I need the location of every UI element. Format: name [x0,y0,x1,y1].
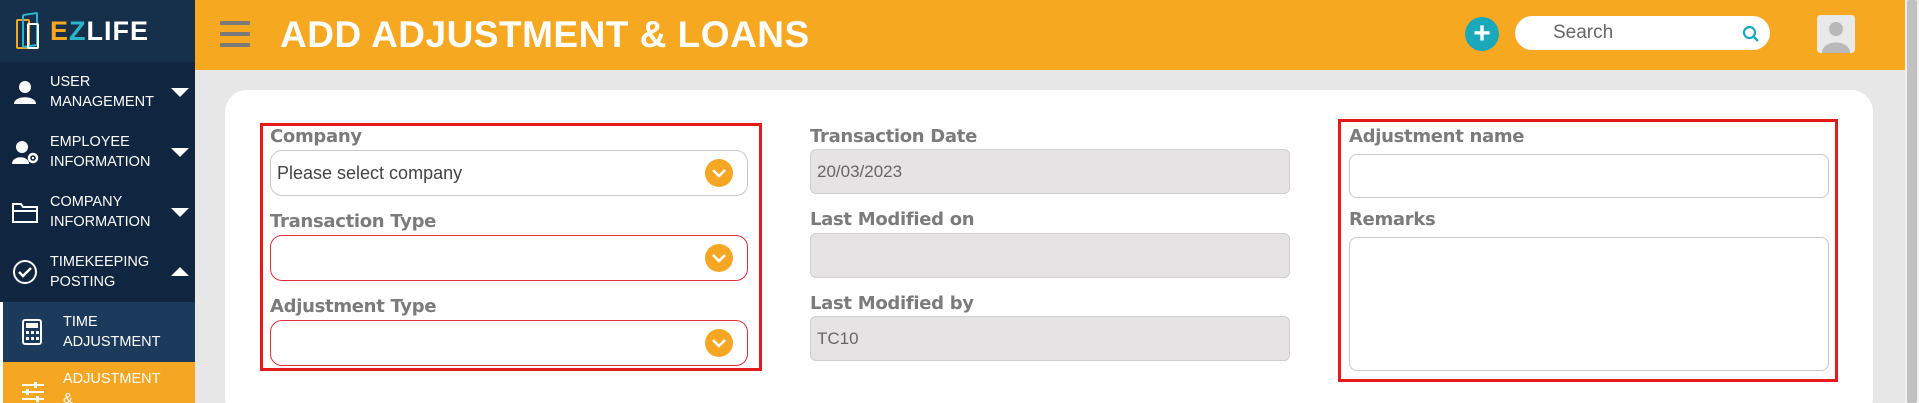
sidebar-item-label: EMPLOYEE INFORMATION [50,133,151,170]
sidebar-item-user-management[interactable]: USER MANAGEMENT [0,62,195,122]
transaction-date-field: 20/03/2023 [810,149,1290,194]
search-icon[interactable] [1742,25,1760,48]
sidebar-item-company-information[interactable]: COMPANY INFORMATION [0,182,195,242]
last-modified-by-field: TC10 [810,316,1290,361]
hamburger-menu-icon[interactable] [220,21,250,47]
avatar[interactable] [1817,15,1855,53]
last-modified-by-label: Last Modified by [810,293,974,314]
sidebar-item-label: COMPANY INFORMATION [50,193,151,230]
last-modified-on-field [810,233,1290,278]
user-gear-icon [0,139,50,165]
folder-icon [0,200,50,224]
chevron-down-icon[interactable] [171,207,189,217]
sliders-icon [3,380,63,403]
adjustment-type-select[interactable] [270,320,748,366]
page-title: ADD ADJUSTMENT & LOANS [280,14,810,55]
sidebar-item-label: TIMEKEEPING POSTING [50,253,150,290]
user-icon [0,79,50,105]
logo[interactable]: EZLIFE [0,0,195,62]
chevron-down-icon[interactable] [705,159,733,187]
scrollbar[interactable] [1905,0,1919,403]
remarks-label: Remarks [1349,209,1436,230]
sidebar-item-label: TIME ADJUSTMENT [63,314,161,350]
search-box[interactable] [1515,16,1770,50]
company-label: Company [270,126,362,147]
scrollbar-thumb[interactable] [1907,0,1917,403]
sidebar-subitem-time-adjustment[interactable]: TIME ADJUSTMENT [0,302,195,362]
chevron-down-icon[interactable] [171,87,189,97]
last-modified-on-label: Last Modified on [810,209,975,230]
sidebar-item-timekeeping-posting[interactable]: TIMEKEEPING POSTING [0,242,195,302]
sidebar: EZLIFE USER MANAGEMENT EMPLOYEE INFORMATIO… [0,0,195,403]
adjustment-name-input[interactable] [1349,154,1829,198]
sidebar-item-employee-information[interactable]: EMPLOYEE INFORMATION [0,122,195,182]
transaction-date-label: Transaction Date [810,126,977,147]
transaction-type-label: Transaction Type [270,211,437,232]
logo-text: EZLIFE [50,15,150,46]
logo-mark-icon [14,9,44,53]
adjustment-type-label: Adjustment Type [270,296,437,317]
chevron-up-icon[interactable] [171,266,189,276]
remarks-textarea[interactable] [1349,237,1829,371]
company-select[interactable]: Please select company [270,150,748,196]
sidebar-item-label: ADJUSTMENT & [63,371,161,403]
form-card: Company Please select company Transactio… [225,90,1873,403]
add-button[interactable]: + [1465,17,1499,51]
transaction-type-select[interactable] [270,235,748,281]
chevron-down-icon[interactable] [705,244,733,272]
check-circle-icon [0,259,50,285]
sidebar-subitem-adjustment-loans[interactable]: ADJUSTMENT & [0,362,195,403]
chevron-down-icon[interactable] [171,147,189,157]
top-bar: ADD ADJUSTMENT & LOANS + [195,0,1905,70]
sidebar-item-label: USER MANAGEMENT [50,73,154,110]
company-select-value: Please select company [277,162,463,183]
calculator-icon [3,319,63,345]
adjustment-name-label: Adjustment name [1349,126,1525,147]
search-input[interactable] [1553,22,1728,44]
chevron-down-icon[interactable] [705,329,733,357]
